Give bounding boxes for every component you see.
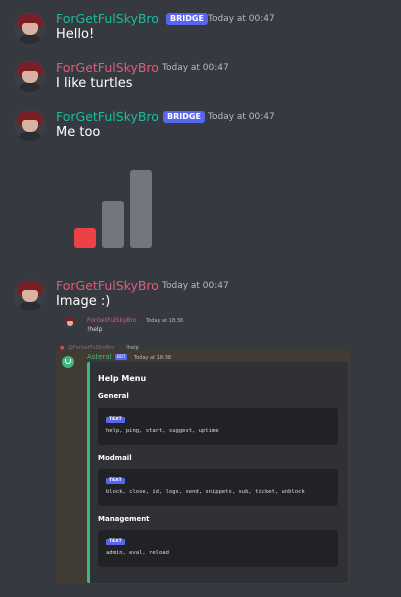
avatar[interactable] xyxy=(14,60,46,92)
bar-large xyxy=(130,170,152,248)
timestamp: Today at 00:47 xyxy=(208,112,275,122)
field-name-modmail: Modmail xyxy=(98,454,132,462)
code-block-management: TEXT admin, eval, reload xyxy=(98,530,338,567)
message-text: I like turtles xyxy=(56,76,133,91)
message-text: Image :) xyxy=(56,294,111,309)
timestamp: Today at 00:47 xyxy=(208,14,275,24)
bar-medium xyxy=(102,201,124,248)
mini-message-text: !help xyxy=(87,326,103,333)
author-name[interactable]: ForGetFulSkyBro xyxy=(56,110,159,124)
command-list: block, close, id, logs, send, snippets, … xyxy=(106,489,305,495)
reply-icon: ● xyxy=(60,345,65,351)
help-embed: Help Menu General TEXT help, ping, start… xyxy=(87,362,348,583)
mini-avatar xyxy=(64,316,76,328)
bridge-badge: BRIDGE xyxy=(166,13,208,25)
avatar[interactable] xyxy=(14,109,46,141)
avatar[interactable] xyxy=(14,12,46,44)
command-list: admin, eval, reload xyxy=(106,550,169,556)
timestamp: Today at 00:47 xyxy=(162,63,229,73)
author-name[interactable]: ForGetFulSkyBro xyxy=(56,61,159,75)
message-text: Me too xyxy=(56,125,101,140)
field-name-general: General xyxy=(98,392,129,400)
bot-avatar-icon xyxy=(62,356,74,368)
bot-name: Asteral xyxy=(87,353,112,361)
bar-small xyxy=(74,228,96,248)
mini-timestamp: Today at 18:38 xyxy=(146,318,184,324)
code-block-general: TEXT help, ping, start, suggest, uptime xyxy=(98,408,338,445)
bot-timestamp: Today at 18:38 xyxy=(134,355,172,361)
bot-badge: BOT xyxy=(115,354,128,360)
reply-text: !help xyxy=(126,345,139,351)
embed-title: Help Menu xyxy=(98,374,147,383)
reply-reference: @ForGetFulSkyBro xyxy=(68,345,115,351)
bar-image[interactable] xyxy=(72,168,154,248)
text-badge: TEXT xyxy=(106,478,125,484)
author-name[interactable]: ForGetFulSkyBro xyxy=(56,279,159,293)
author-name[interactable]: ForGetFulSkyBro xyxy=(56,12,159,26)
message-text: Hello! xyxy=(56,27,95,42)
code-block-modmail: TEXT block, close, id, logs, send, snipp… xyxy=(98,469,338,506)
text-badge: TEXT xyxy=(106,417,125,423)
bridge-badge: BRIDGE xyxy=(163,111,205,123)
mini-author-name: ForGetFulSkyBro xyxy=(87,317,137,324)
avatar[interactable] xyxy=(14,279,46,311)
timestamp: Today at 00:47 xyxy=(162,281,229,291)
command-list: help, ping, start, suggest, uptime xyxy=(106,428,219,434)
field-name-management: Management xyxy=(98,515,150,523)
text-badge: TEXT xyxy=(106,539,125,545)
